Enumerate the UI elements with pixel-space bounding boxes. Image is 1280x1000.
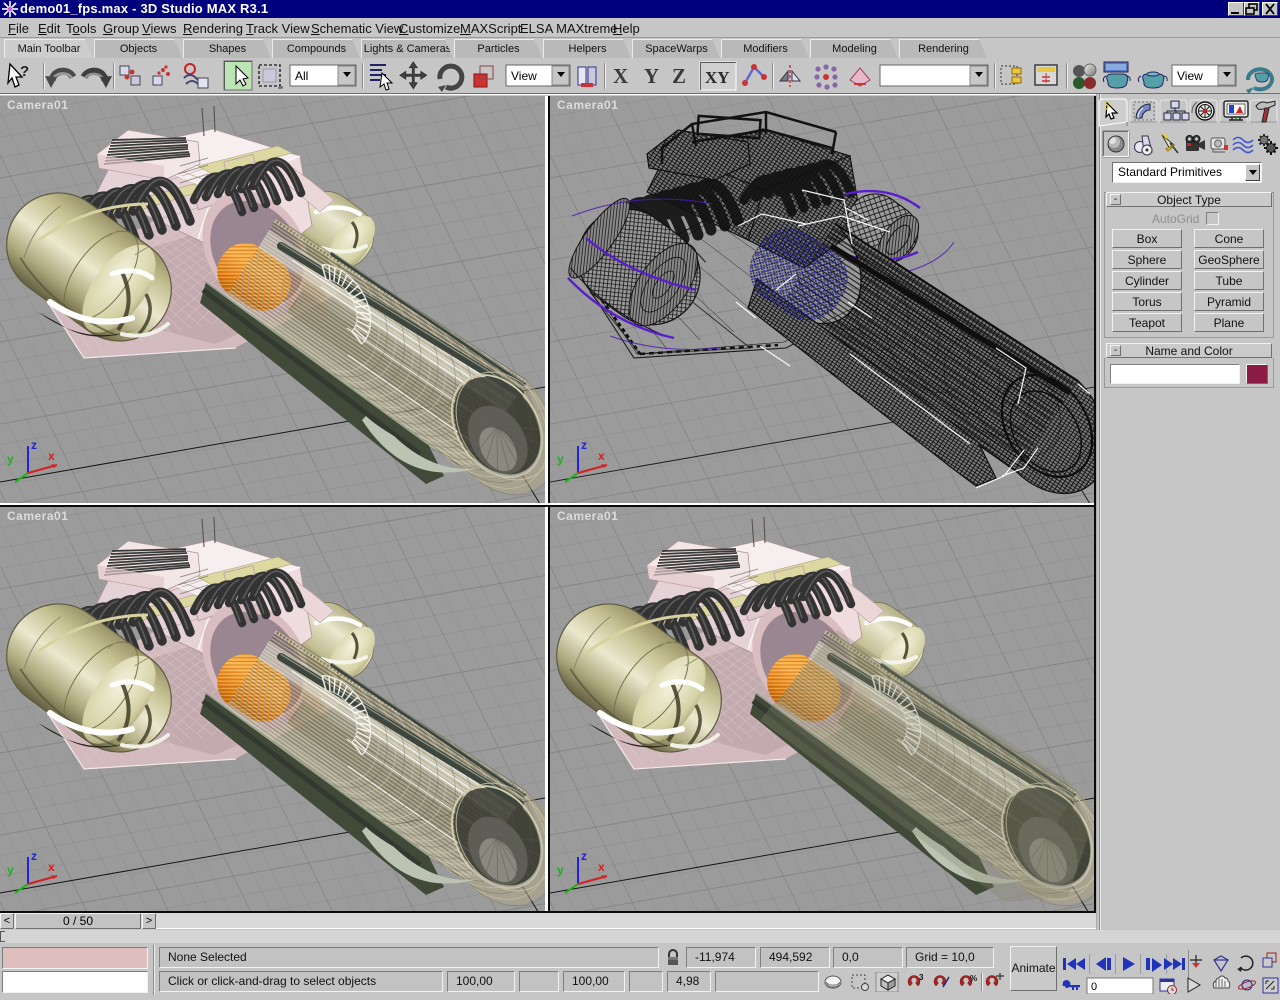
svg-text:Y: Y (644, 64, 659, 88)
svg-text:XY: XY (705, 68, 730, 87)
svg-text:3: 3 (919, 973, 924, 982)
svg-text:View: View (1177, 69, 1203, 83)
svg-text:X: X (613, 64, 628, 88)
svg-text:Z: Z (672, 64, 686, 88)
svg-text:View: View (511, 69, 537, 83)
svg-text:0: 0 (1091, 981, 1097, 993)
svg-text:%: % (970, 974, 977, 983)
svg-text:All: All (295, 69, 308, 83)
svg-text:?: ? (20, 63, 29, 80)
